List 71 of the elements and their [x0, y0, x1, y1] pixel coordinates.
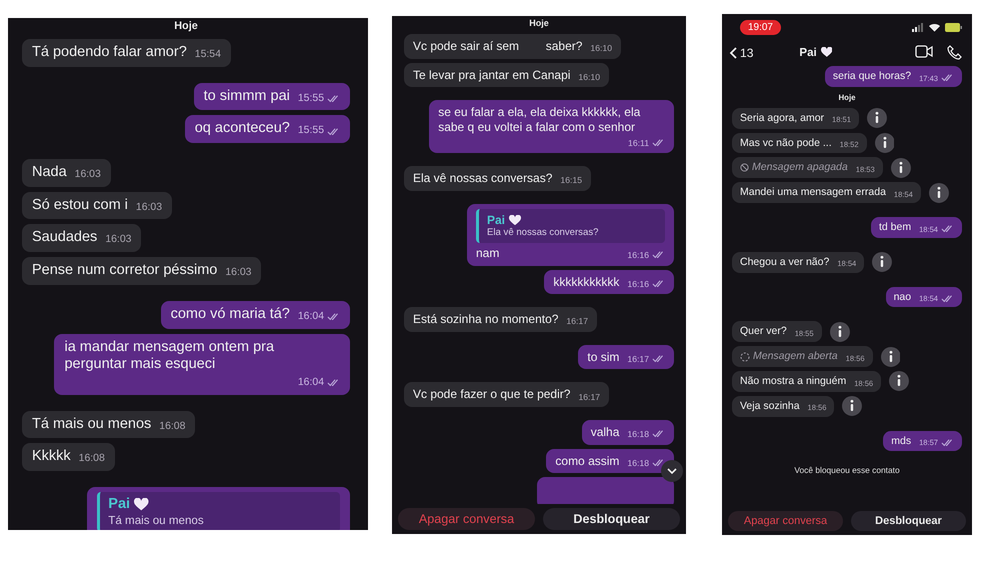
date-divider: Hoje [174, 19, 198, 34]
message-text: to simmm pai [204, 88, 290, 106]
message-time: 16:08 [159, 420, 186, 434]
message-text: Não mostra a ninguém [740, 374, 846, 388]
system-notice: Você bloqueou esse contato [793, 464, 901, 478]
message-text: kkkkkkkkkkk [553, 274, 620, 290]
message-time: 16:10 [578, 70, 600, 82]
message-text: Ela vê nossas conversas? [413, 171, 552, 186]
status-time: 19:07 [740, 20, 781, 35]
message-text: oq aconteceu? [194, 120, 290, 138]
date-divider: Hoje [529, 17, 549, 30]
message-text: Seria agora, amor [740, 112, 824, 125]
message-time: 16:17 [578, 390, 600, 402]
message-text: Veja sozinha [740, 400, 800, 413]
unblock-button[interactable]: Desbloquear [543, 508, 680, 530]
message-text: td bem [879, 220, 912, 234]
message-time: 16:17 [566, 315, 588, 327]
message-text: Chegou a ver não? [740, 256, 830, 269]
message-text: como vó maria tá? [170, 306, 290, 324]
back-button[interactable]: 13 [728, 46, 754, 60]
quoted-sender: Pai [108, 496, 130, 514]
message-text: valha [590, 425, 620, 440]
message-text: Vc pode fazer o que te pedir? [413, 387, 570, 402]
message-time: 16:03 [105, 233, 132, 248]
message-text: Saudades [32, 229, 98, 248]
message-text: se eu falar a ela, ela deixa kkkkkk, ela sabe q eu voltei a falar com o senhor [438, 105, 642, 134]
message-text: Mensagem apagada [752, 161, 848, 174]
quoted-text: Tá mais ou menos [108, 514, 205, 528]
message-text: Te levar pra jantar em Canapi [413, 68, 570, 82]
message-text: Nada [32, 164, 67, 182]
message-text: seria que horas? [832, 70, 912, 83]
message-time: 16:03 [74, 168, 101, 182]
message-text: como assim [555, 454, 620, 468]
message-time: 15:55 [298, 90, 340, 106]
quoted-text: Ela vê nossas conversas? [487, 227, 600, 239]
message-text: Tá mais ou menos [32, 416, 152, 434]
delete-chat-button[interactable]: Apagar conversa [398, 508, 535, 530]
message-time: 16:03 [136, 200, 162, 214]
message-text: nao [894, 290, 912, 304]
message-text: Tá podendo falar amor? [32, 44, 187, 62]
contact-name: Pai [799, 46, 817, 58]
message-text: Mandei uma mensagem errada [740, 186, 886, 199]
message-time: 16:18 [627, 426, 665, 440]
message-time: 16:11 [628, 134, 665, 148]
message-text: Kkkkk [32, 448, 71, 466]
message-text: to sim [587, 350, 620, 364]
message-time: 16:17 [627, 350, 665, 364]
message-time: 16:16 [627, 247, 665, 261]
quoted-sender: Pai [487, 212, 506, 228]
message-time: 15:55 [298, 122, 340, 138]
unblock-button[interactable]: Desbloquear [851, 511, 966, 531]
message-text: Está sozinha no momento? [413, 312, 558, 327]
message-time: 16:03 [225, 266, 252, 280]
message-text: Mas vc não pode ... [740, 136, 832, 150]
message-time: 16:04 [298, 374, 340, 390]
message-time: 16:08 [78, 452, 105, 466]
message-time: 16:10 [590, 42, 612, 54]
message-time: 16:16 [627, 276, 665, 290]
message-time: 16:15 [560, 174, 582, 186]
message-time: 15:54 [194, 48, 221, 62]
message-time: 16:04 [298, 308, 340, 324]
message-text: Vc pode sair aí sem saber? [413, 39, 582, 54]
message-text: ia mandar mensagem ontem pra perguntar mais esqueci [64, 338, 276, 374]
message-text: Quer ver? [740, 325, 787, 338]
message-time: 16:18 [627, 454, 665, 468]
message-text: nam [476, 246, 500, 261]
delete-chat-button[interactable]: Apagar conversa [728, 511, 843, 531]
message-text: Só estou com i [32, 196, 128, 214]
message-text: Mensagem aberta [753, 350, 838, 363]
message-text: Pense num corretor péssimo [32, 262, 218, 280]
message-text: mds [891, 434, 912, 448]
